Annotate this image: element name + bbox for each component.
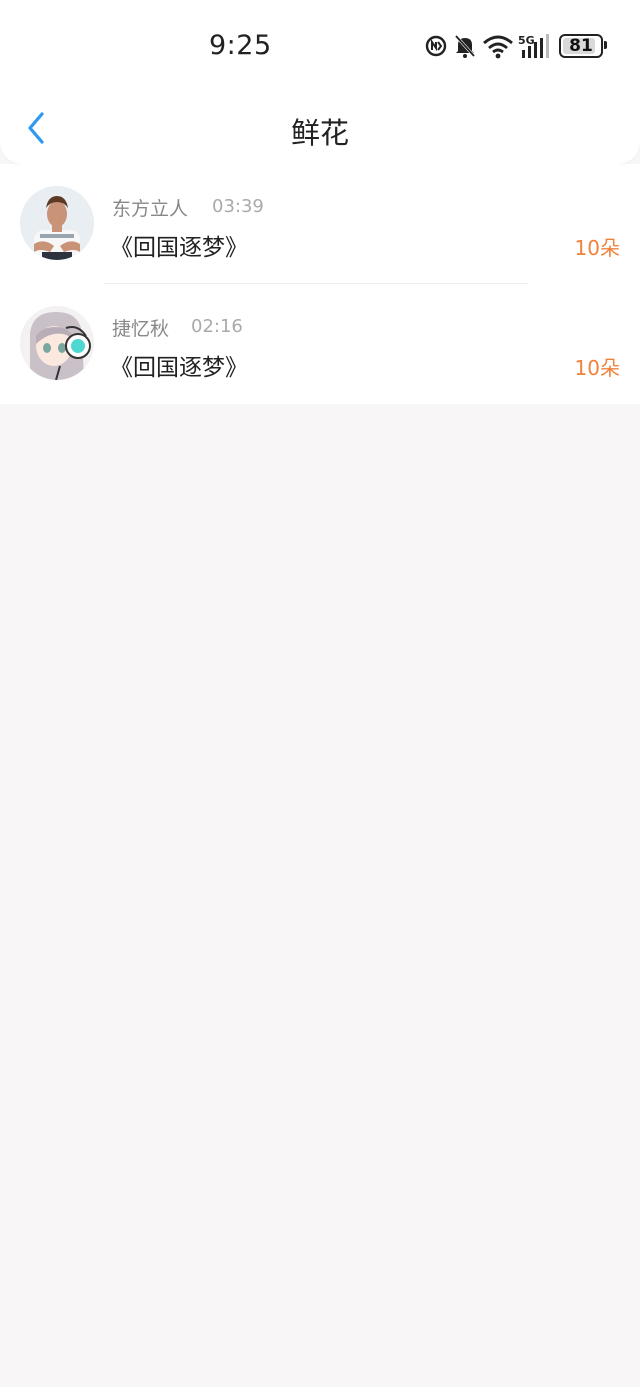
status-bar: 9:25 5G 81	[0, 0, 640, 92]
sender-name: 捷忆秋	[112, 318, 170, 340]
page-title: 鲜花	[290, 116, 349, 150]
book-title[interactable]: 《回国逐梦》	[110, 348, 248, 382]
nav-bar: 鲜花	[0, 92, 640, 164]
send-time: 02:16	[191, 316, 243, 337]
nfc-icon	[425, 35, 447, 57]
send-time: 03:39	[212, 196, 264, 217]
battery-level: 81	[569, 36, 593, 56]
flower-list: 东方立人 03:39 《回国逐梦》 10朵 捷忆秋 02:16 《回国逐梦》 1…	[0, 164, 640, 404]
user-avatar-image	[20, 186, 94, 260]
book-title[interactable]: 《回国逐梦》	[110, 228, 248, 262]
wifi-icon	[483, 35, 513, 59]
mute-bell-icon	[454, 34, 476, 58]
flower-count: 10朵	[574, 356, 620, 380]
header: 9:25 5G 81 鲜花	[0, 0, 640, 164]
svg-text:5G: 5G	[518, 34, 535, 47]
avatar[interactable]	[20, 306, 94, 380]
user-avatar-image	[20, 306, 94, 380]
list-item[interactable]: 捷忆秋 02:16 《回国逐梦》 10朵	[0, 284, 640, 404]
avatar[interactable]	[20, 186, 94, 260]
sender-name: 东方立人	[112, 198, 189, 220]
battery-icon: 81	[559, 34, 603, 58]
signal-icon: 5G	[518, 34, 549, 58]
list-item[interactable]: 东方立人 03:39 《回国逐梦》 10朵	[0, 164, 640, 284]
flower-count: 10朵	[574, 236, 620, 260]
status-time: 9:25	[209, 30, 272, 61]
